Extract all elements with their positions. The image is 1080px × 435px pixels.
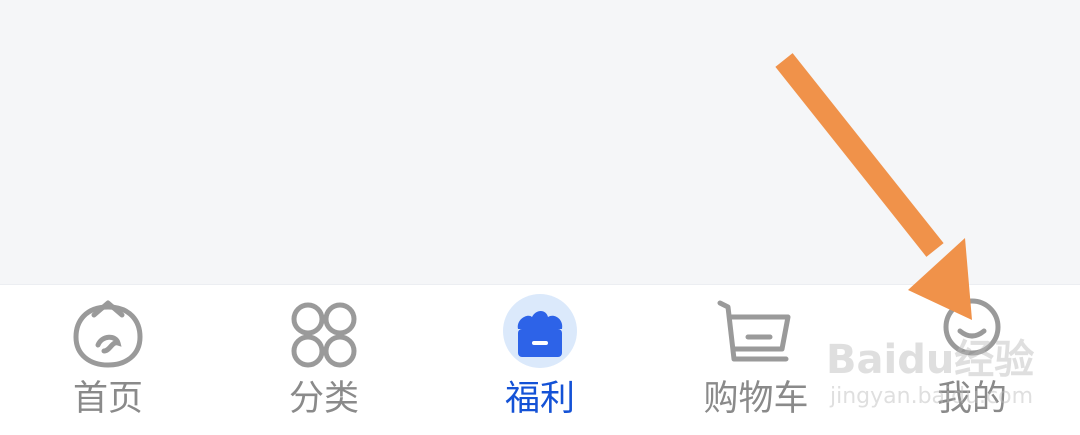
annotation-arrow-icon (775, 53, 972, 320)
